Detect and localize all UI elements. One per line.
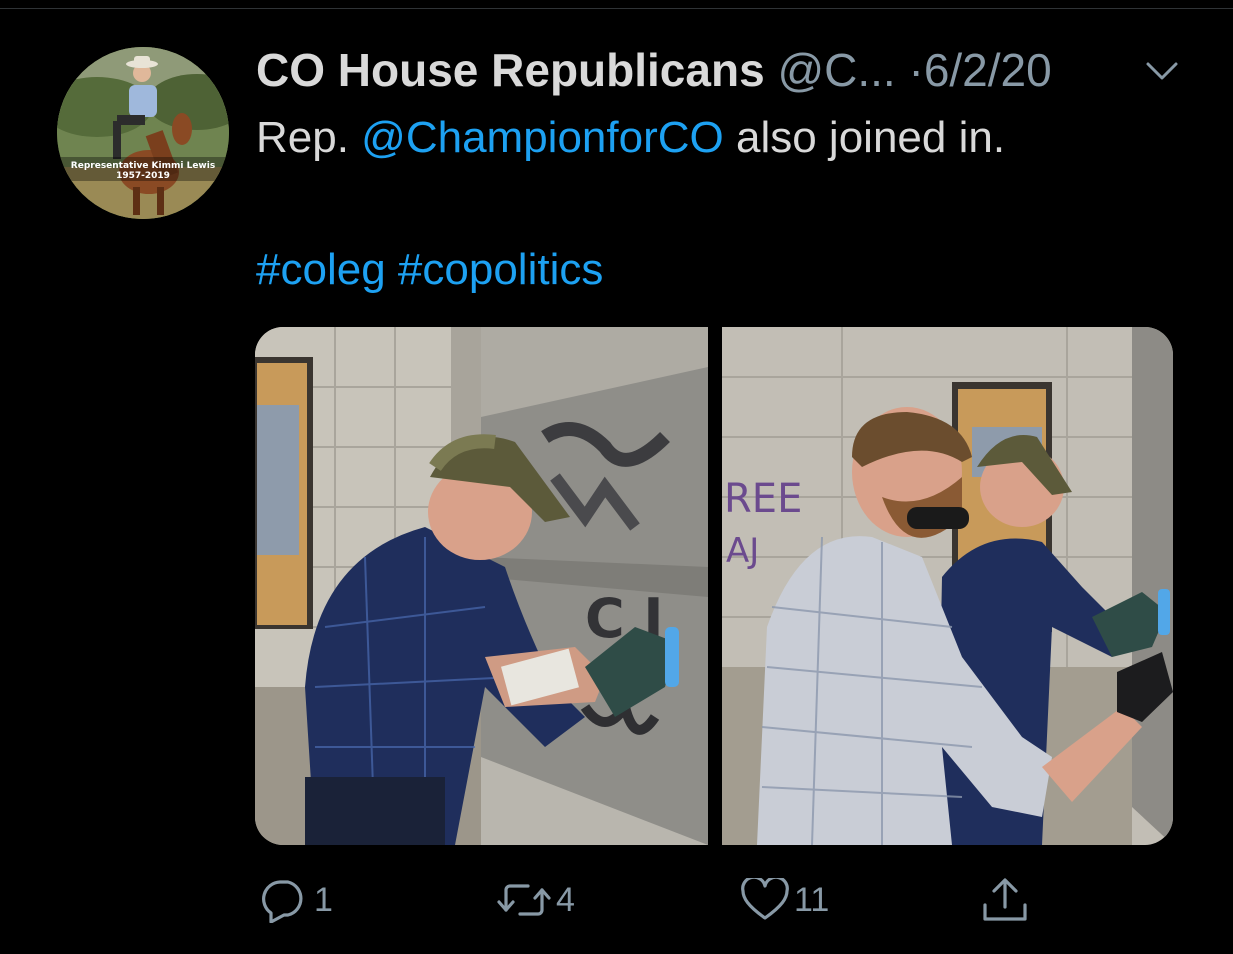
hashtag-link[interactable]: #copolitics <box>398 245 603 294</box>
photo-right[interactable]: REE AJ <box>722 327 1173 845</box>
separator-dot: · <box>908 44 924 96</box>
tweet-date[interactable]: 6/2/20 <box>924 44 1052 96</box>
reply-icon <box>258 877 310 923</box>
hashtag-link[interactable]: #coleg <box>256 245 386 294</box>
like-button[interactable]: 11 <box>740 872 829 928</box>
retweet-icon <box>496 880 552 920</box>
display-name[interactable]: CO House Republicans <box>256 44 765 96</box>
mention-link[interactable]: @ChampionforCO <box>361 113 724 162</box>
avatar-caption-years: 1957-2019 <box>116 171 170 181</box>
avatar[interactable]: Representative Kimmi Lewis 1957-2019 <box>57 47 229 219</box>
photo-left[interactable]: C I <box>255 327 708 845</box>
top-divider <box>0 8 1233 9</box>
retweet-count: 4 <box>556 880 575 919</box>
tweet-text: Rep. @ChampionforCO also joined in. <box>256 110 1005 166</box>
reply-button[interactable]: 1 <box>258 872 333 928</box>
tweet-header: CO House Republicans @C... ·6/2/20 <box>256 42 1052 98</box>
share-icon <box>980 875 1030 925</box>
share-button[interactable] <box>980 872 1030 928</box>
like-count: 11 <box>794 880 830 919</box>
media-grid: C I REE AJ <box>255 327 1173 845</box>
tweet-text-before: Rep. <box>256 113 362 162</box>
avatar-photo: Representative Kimmi Lewis 1957-2019 <box>57 47 229 219</box>
reply-count: 1 <box>314 880 333 919</box>
avatar-caption-name: Representative Kimmi Lewis <box>71 161 215 171</box>
tweet-text-after: also joined in. <box>723 113 1006 162</box>
wall-graffiti-right-1: REE <box>724 476 802 522</box>
chevron-down-icon[interactable] <box>1142 56 1182 86</box>
like-icon <box>740 878 790 922</box>
hashtags: #coleg #copolitics <box>256 242 603 298</box>
tweet-actions: 1 4 11 <box>0 872 1233 928</box>
retweet-button[interactable]: 4 <box>496 872 575 928</box>
user-handle[interactable]: @C... <box>777 44 895 96</box>
wall-graffiti-right-2: AJ <box>726 531 759 571</box>
